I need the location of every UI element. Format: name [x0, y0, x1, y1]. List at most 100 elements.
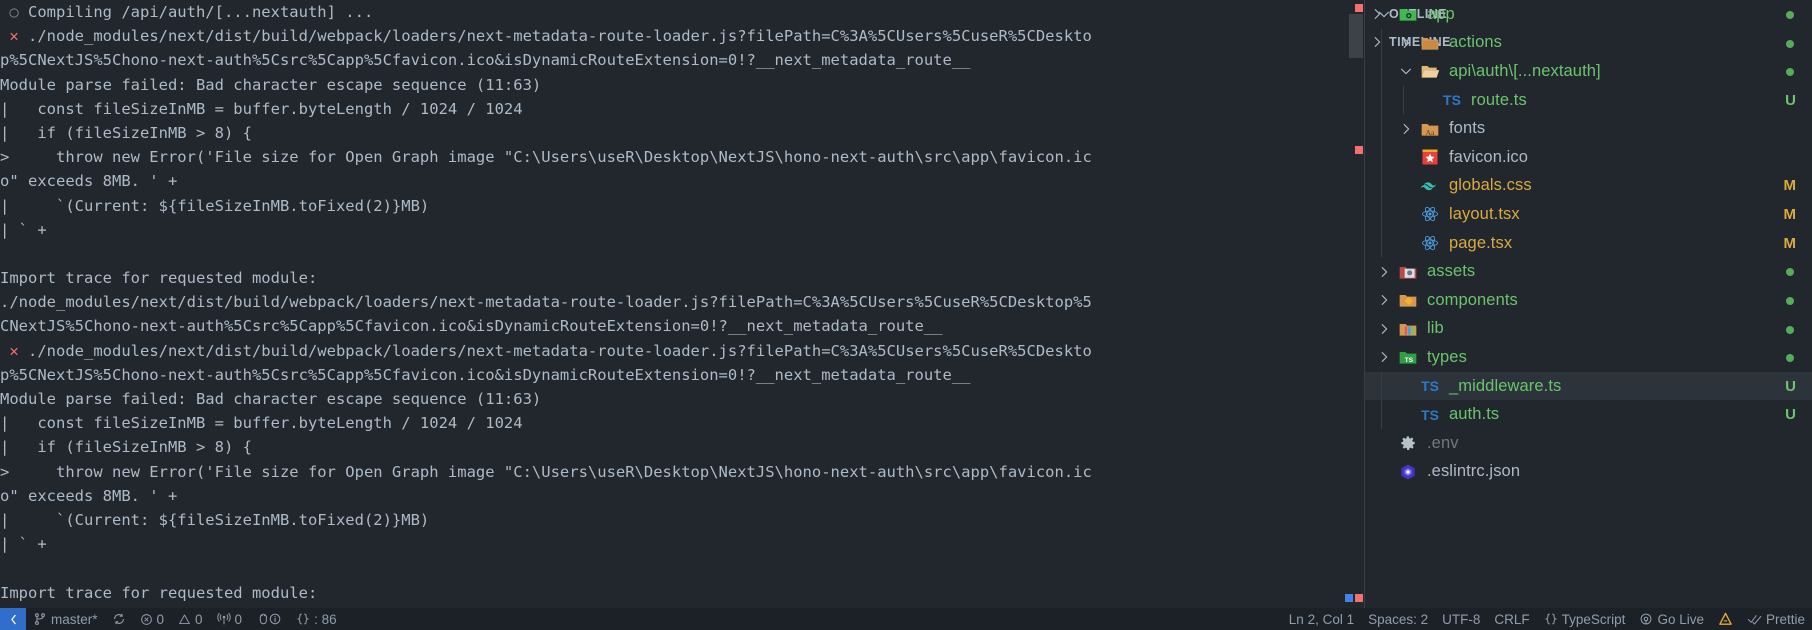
- typescript-icon: TS: [1443, 92, 1461, 109]
- folder-item-actions[interactable]: actions: [1365, 28, 1812, 58]
- terminal-line: CNextJS%5Chono-next-auth%5Csrc%5Capp%5Cf…: [0, 314, 1092, 338]
- indent-guide: [1381, 228, 1382, 258]
- file-item-eslintrc-json[interactable]: .eslintrc.json: [1365, 458, 1812, 487]
- folder-components-icon: [1395, 290, 1421, 310]
- svg-text:TS: TS: [1405, 357, 1414, 364]
- status-prettier[interactable]: Prettie: [1740, 608, 1812, 630]
- folder-item-components[interactable]: components: [1365, 286, 1812, 315]
- folder-item-app[interactable]: app: [1365, 0, 1812, 29]
- file-tree-item-label: fonts: [1449, 119, 1486, 138]
- terminal-line: p%5CNextJS%5Chono-next-auth%5Csrc%5Capp%…: [0, 48, 1092, 72]
- git-status-dot: [1786, 325, 1794, 334]
- terminal-line: Module parse failed: Bad character escap…: [0, 73, 1092, 97]
- status-debug-info[interactable]: [249, 608, 289, 630]
- status-language-mode[interactable]: TypeScript: [1537, 608, 1633, 630]
- folder-open-icon: [1417, 61, 1443, 81]
- status-go-live[interactable]: Go Live: [1632, 608, 1711, 630]
- file-tree-item-label: layout.tsx: [1449, 204, 1520, 223]
- status-warnings[interactable]: 0: [171, 608, 210, 630]
- indent-guide: [1381, 171, 1382, 201]
- warning-icon: [178, 613, 191, 626]
- react-icon: [1417, 204, 1443, 224]
- bug-icon: [256, 612, 282, 626]
- terminal-line: Module parse failed: Bad character escap…: [0, 387, 1092, 411]
- status-language-mode-label: TypeScript: [1561, 611, 1626, 627]
- git-status-badge: U: [1785, 91, 1796, 109]
- braces-icon: [1544, 612, 1558, 626]
- terminal-line: | `(Current: ${fileSizeInMB.toFixed(2)}M…: [0, 194, 1092, 218]
- terminal-line: > throw new Error('File size for Open Gr…: [0, 145, 1092, 169]
- chevron-down-icon[interactable]: [1395, 64, 1417, 78]
- gear-icon: [1395, 433, 1421, 453]
- folder-app-icon: [1395, 4, 1421, 24]
- file-tree-item-label: route.ts: [1471, 90, 1527, 109]
- status-sync[interactable]: [105, 608, 133, 630]
- chevron-right-icon[interactable]: [1395, 122, 1417, 136]
- terminal-output-panel[interactable]: ○ Compiling /api/auth/[...nextauth] ... …: [0, 0, 1412, 608]
- file-item-middleware-ts[interactable]: TS _middleware.ts U: [1365, 371, 1812, 401]
- terminal-line-text: p%5CNextJS%5Chono-next-auth%5Csrc%5Capp%…: [0, 51, 971, 70]
- file-item-layout-tsx[interactable]: layout.tsx M: [1365, 200, 1812, 229]
- indent-guide: [1381, 57, 1382, 86]
- file-item-auth-ts[interactable]: TS auth.ts U: [1365, 400, 1812, 429]
- status-ports[interactable]: 0: [210, 608, 250, 630]
- error-cross-icon: ✕: [0, 341, 19, 360]
- status-format[interactable]: : 86: [289, 608, 344, 630]
- chevron-right-icon[interactable]: [1373, 265, 1395, 279]
- file-item-page-tsx[interactable]: page.tsx M: [1365, 228, 1812, 258]
- status-warnings-label: 0: [195, 611, 203, 627]
- file-item-route-ts[interactable]: TS route.ts U: [1365, 85, 1812, 115]
- file-tree-item-label: auth.ts: [1449, 405, 1500, 424]
- file-tree-item-label: .env: [1427, 433, 1459, 452]
- status-cursor-position[interactable]: Ln 2, Col 1: [1282, 608, 1361, 630]
- file-item-favicon-ico[interactable]: favicon.ico: [1365, 142, 1812, 172]
- chevron-down-icon[interactable]: [1373, 7, 1395, 21]
- eslint-icon: [1395, 462, 1421, 482]
- folder-item-types[interactable]: TS types: [1365, 343, 1812, 372]
- terminal-line-text: Module parse failed: Bad character escap…: [0, 75, 542, 94]
- file-tree-item-label: types: [1427, 347, 1467, 366]
- status-encoding-label: UTF-8: [1442, 611, 1481, 627]
- folder-item-fonts[interactable]: Aa fonts: [1365, 114, 1812, 143]
- folder-item-assets[interactable]: assets: [1365, 257, 1812, 286]
- overview-error-mark: [1355, 594, 1363, 602]
- status-bar[interactable]: master* 0 0 0 : 86 Ln 2, Col 1 Spaces: 2 UTF-8…: [0, 608, 1812, 630]
- terminal-scrollbar-track[interactable]: [1345, 0, 1363, 608]
- status-ports-label: 0: [234, 611, 243, 627]
- terminal-line-text: | `(Current: ${fileSizeInMB.toFixed(2)}M…: [0, 510, 430, 529]
- folder-item-lib[interactable]: lib: [1365, 315, 1812, 344]
- status-cursor-position-label: Ln 2, Col 1: [1288, 611, 1355, 627]
- terminal-line: | const fileSizeInMB = buffer.byteLength…: [0, 411, 1092, 435]
- chevron-right-icon[interactable]: [1373, 350, 1395, 364]
- terminal-line: ○ Compiling /api/auth/[...nextauth] ...: [0, 0, 1092, 24]
- terminal-scrollbar-thumb[interactable]: [1349, 14, 1363, 58]
- status-bar-left[interactable]: master* 0 0 0 : 86: [0, 608, 344, 630]
- git-status-badge: M: [1783, 234, 1797, 252]
- braces-icon: [296, 612, 310, 626]
- file-item-globals-css[interactable]: globals.css M: [1365, 171, 1812, 201]
- status-errors[interactable]: 0: [133, 608, 172, 630]
- status-bar-right[interactable]: Ln 2, Col 1 Spaces: 2 UTF-8 CRLF TypeScript G…: [1282, 608, 1812, 630]
- status-branch[interactable]: master*: [26, 608, 105, 630]
- file-item-env[interactable]: .env: [1365, 429, 1812, 458]
- terminal-line-text: | ` +: [0, 535, 47, 554]
- folder-item-api-auth-nextauth[interactable]: api\auth\[...nextauth]: [1365, 57, 1812, 86]
- status-nextjs-status[interactable]: [1711, 608, 1740, 630]
- file-tree[interactable]: app actions api\auth\[...nextauth] TS route.…: [1365, 0, 1812, 486]
- chevron-right-icon[interactable]: [1395, 36, 1417, 50]
- explorer-sidebar[interactable]: app actions api\auth\[...nextauth] TS route.…: [1365, 0, 1812, 608]
- chevron-right-icon[interactable]: [1373, 322, 1395, 336]
- status-encoding[interactable]: UTF-8: [1435, 608, 1487, 630]
- terminal-line-text: ./node_modules/next/dist/build/webpack/l…: [18, 27, 1092, 46]
- status-indentation[interactable]: Spaces: 2: [1361, 608, 1435, 630]
- typescript-icon: TS: [1421, 378, 1439, 395]
- svg-text:Aa: Aa: [1426, 128, 1435, 137]
- status-eol[interactable]: CRLF: [1487, 608, 1536, 630]
- status-go-live-label: Go Live: [1657, 611, 1704, 627]
- terminal-line: | if (fileSizeInMB > 8) {: [0, 435, 1092, 459]
- chevron-right-icon[interactable]: [1373, 293, 1395, 307]
- file-tree-item-label: globals.css: [1449, 176, 1532, 195]
- remote-indicator[interactable]: [0, 608, 26, 630]
- terminal-line-text: | const fileSizeInMB = buffer.byteLength…: [0, 414, 523, 433]
